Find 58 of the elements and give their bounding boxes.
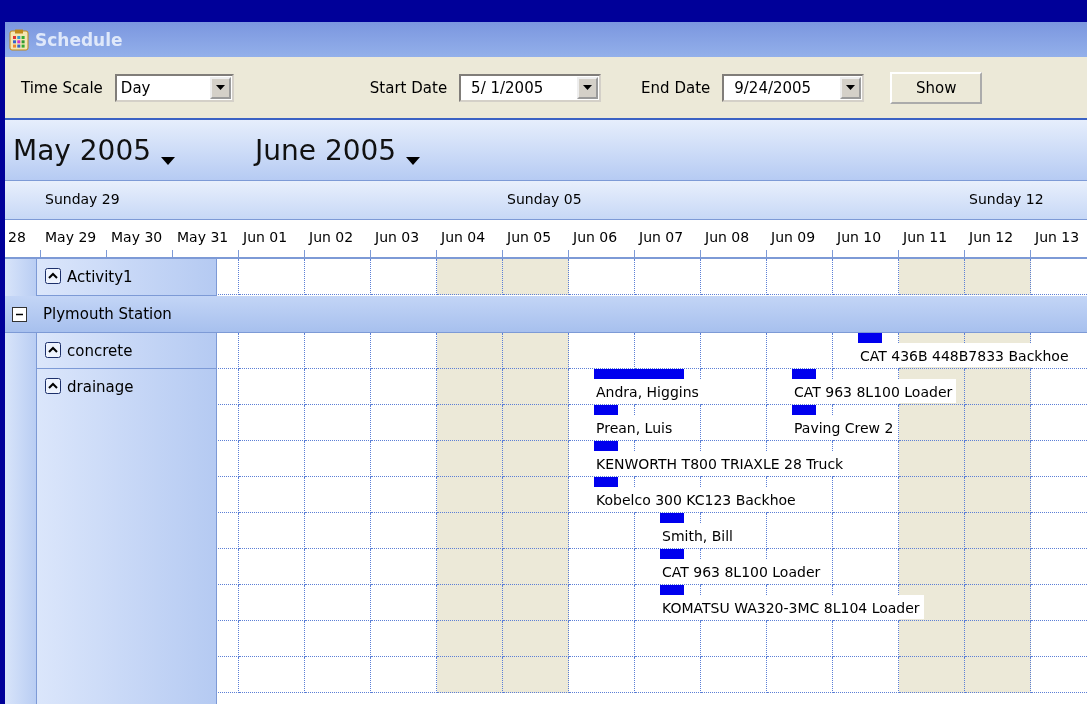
event-bar[interactable] xyxy=(594,369,684,379)
chevron-up-icon[interactable] xyxy=(45,268,61,284)
window-title: Schedule xyxy=(35,29,123,50)
start-date-picker[interactable]: 5/ 1/2005 xyxy=(459,73,602,102)
resource-header[interactable]: drainage xyxy=(37,369,217,704)
date-label: Jun 11 xyxy=(901,229,948,245)
week-label: Sunday 29 xyxy=(45,191,120,207)
event-bar[interactable] xyxy=(594,441,618,451)
date-label: Jun 04 xyxy=(439,229,486,245)
event-bar[interactable] xyxy=(660,513,684,523)
chevron-up-icon[interactable] xyxy=(45,342,61,358)
event-bar[interactable] xyxy=(792,405,816,415)
calendar-icon xyxy=(9,28,29,51)
group-header[interactable]: Plymouth Station xyxy=(5,296,1087,333)
resource-name: concrete xyxy=(67,342,133,360)
event-label[interactable]: Andra, Higgins xyxy=(594,379,703,403)
date-label: Jun 09 xyxy=(769,229,816,245)
resource-header[interactable]: Activity1 xyxy=(37,259,217,296)
date-label: May 30 xyxy=(110,229,163,245)
start-date-label: Start Date xyxy=(369,78,448,97)
date-label: May 31 xyxy=(176,229,229,245)
event-bar[interactable] xyxy=(792,369,816,379)
event-label[interactable]: KOMATSU WA320-3MC 8L104 Loader xyxy=(660,595,924,619)
time-scale-label: Time Scale xyxy=(21,78,103,97)
end-date-picker[interactable]: 9/24/2005 xyxy=(722,73,865,102)
date-label: Jun 01 xyxy=(241,229,288,245)
event-bar[interactable] xyxy=(594,405,618,415)
date-label: Jun 07 xyxy=(637,229,684,245)
show-button[interactable]: Show xyxy=(890,71,983,104)
time-scale-dropdown[interactable]: Day xyxy=(114,73,234,102)
end-date-label: End Date xyxy=(641,78,711,97)
date-label: Jun 12 xyxy=(967,229,1014,245)
date-label: Jun 10 xyxy=(835,229,882,245)
date-label: 28 xyxy=(7,229,26,245)
resource-header[interactable]: concrete xyxy=(37,333,217,369)
week-label: Sunday 12 xyxy=(969,191,1044,207)
date-label: Jun 05 xyxy=(505,229,552,245)
chevron-up-icon[interactable] xyxy=(45,378,61,394)
month-selector[interactable]: May 2005 xyxy=(13,133,176,167)
date-label: Jun 06 xyxy=(571,229,618,245)
event-bar[interactable] xyxy=(660,549,684,559)
collapse-icon[interactable] xyxy=(12,306,27,322)
group-name: Plymouth Station xyxy=(43,305,172,323)
caret-icon xyxy=(406,156,421,165)
week-label: Sunday 05 xyxy=(507,191,582,207)
event-bar[interactable] xyxy=(858,333,882,343)
date-label: Jun 02 xyxy=(307,229,354,245)
resource-name: Activity1 xyxy=(67,268,133,286)
month-selector[interactable]: June 2005 xyxy=(255,133,421,167)
resource-name: drainage xyxy=(67,378,134,396)
event-bar[interactable] xyxy=(594,477,618,487)
caret-icon xyxy=(161,156,176,165)
event-label[interactable]: CAT 963 8L100 Loader xyxy=(792,379,957,403)
event-bar[interactable] xyxy=(660,585,684,595)
date-label: Jun 08 xyxy=(703,229,750,245)
date-label: May 29 xyxy=(44,229,97,245)
date-label: Jun 13 xyxy=(1033,229,1080,245)
date-label: Jun 03 xyxy=(373,229,420,245)
